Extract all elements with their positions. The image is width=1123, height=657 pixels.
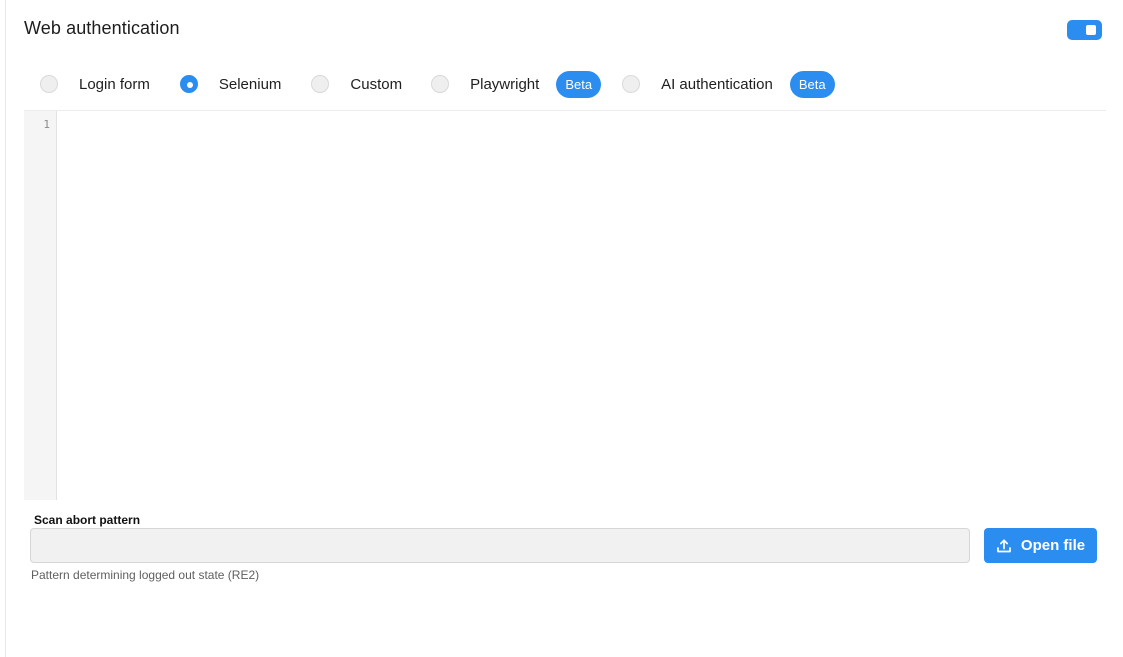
radio-option-selenium[interactable]: Selenium (179, 75, 282, 93)
radio-option-playwright[interactable]: Playwright Beta (431, 70, 602, 98)
radio-option-ai-authentication[interactable]: AI authentication Beta (622, 70, 835, 98)
radio-label: AI authentication (661, 75, 773, 93)
beta-badge: Beta (789, 70, 835, 98)
radio-label: Playwright (470, 75, 540, 93)
line-number: 1 (43, 118, 50, 131)
radio-label: Selenium (218, 75, 282, 93)
web-authentication-toggle[interactable] (1067, 20, 1102, 40)
auth-method-radio-group: Login form Selenium Custom Playwright Be… (40, 70, 835, 98)
section-title: Web authentication (24, 18, 180, 38)
scan-abort-pattern-input[interactable] (30, 528, 970, 563)
line-number-gutter: 1 (24, 111, 57, 500)
code-area[interactable] (57, 111, 1106, 500)
open-file-label: Open file (1020, 537, 1086, 554)
radio-button-selected[interactable] (179, 75, 198, 93)
script-editor[interactable]: 1 (24, 111, 1106, 500)
radio-button[interactable] (622, 75, 641, 93)
radio-button[interactable] (431, 75, 450, 93)
scan-abort-pattern-label: Scan abort pattern (34, 513, 141, 527)
radio-label: Login form (79, 75, 150, 93)
radio-button[interactable] (311, 75, 330, 93)
radio-label: Custom (350, 75, 403, 93)
toggle-knob (1086, 25, 1096, 35)
web-authentication-panel: Web authentication Login form Selenium C… (5, 0, 1123, 657)
open-file-button[interactable]: Open file (984, 528, 1097, 563)
radio-option-custom[interactable]: Custom (311, 75, 402, 93)
beta-badge: Beta (556, 70, 602, 98)
radio-option-login-form[interactable]: Login form (40, 75, 150, 93)
scan-abort-pattern-helper: Pattern determining logged out state (RE… (31, 568, 260, 582)
radio-button[interactable] (40, 75, 58, 93)
upload-icon (997, 538, 1011, 552)
